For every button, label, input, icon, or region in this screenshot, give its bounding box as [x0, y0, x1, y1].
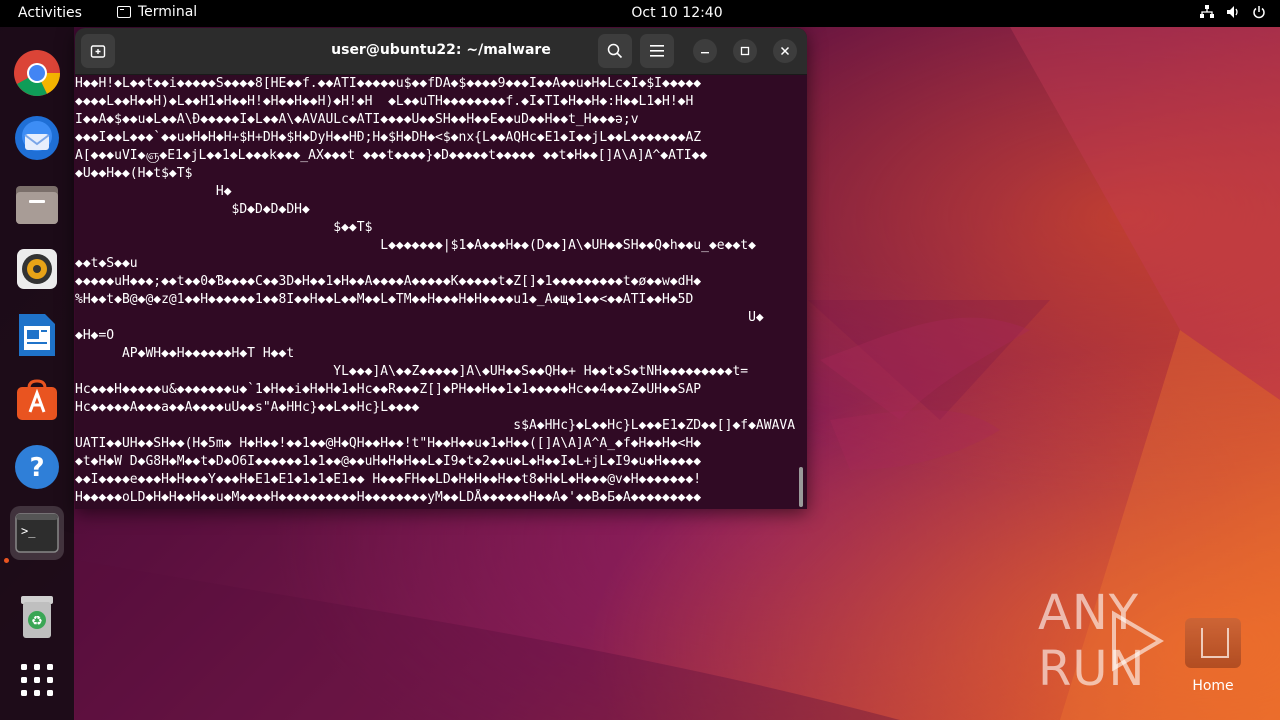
play-logo-icon: [1112, 610, 1164, 672]
menu-button[interactable]: [640, 34, 674, 68]
search-icon: [607, 43, 623, 59]
chrome-icon: [14, 50, 61, 96]
terminal-line: $D◆D◆D◆DH◆: [75, 202, 310, 217]
svg-text:>_: >_: [21, 524, 36, 538]
dock-item-app-center[interactable]: [10, 373, 64, 427]
dock-item-terminal[interactable]: >_: [10, 506, 64, 560]
thunderbird-icon: [15, 116, 59, 160]
dock-item-rhythmbox[interactable]: [10, 242, 64, 296]
maximize-button[interactable]: [733, 39, 757, 63]
terminal-line: $◆◆T$: [75, 220, 373, 235]
terminal-line: UATI◆◆UH◆◆SH◆◆(H◆5m◆ H◆H◆◆!◆◆1◆◆@H◆QH◆◆H…: [75, 436, 702, 451]
terminal-line: YL◆◆◆]A\◆◆Z◆◆◆◆◆]A\◆UH◆◆S◆◆QH◆+ H◆◆t◆S◆t…: [75, 364, 749, 379]
help-icon: ?: [15, 445, 59, 489]
terminal-line: AP◆WH◆◆H◆◆◆◆◆◆H◆T H◆◆t: [75, 346, 295, 361]
terminal-line: ◆◆t◆S◆◆u: [75, 256, 138, 271]
network-icon: [1200, 5, 1214, 19]
terminal-line: A[◆◆◆uVI◆ஞ◆E1◆jL◆◆1◆L◆◆◆k◆◆◆_AX◆◆◆t ◆◆◆t…: [75, 148, 708, 163]
terminal-line: U◆: [75, 310, 764, 325]
trash-icon: ♻: [21, 596, 53, 638]
libreoffice-writer-icon: [19, 314, 55, 356]
window-titlebar[interactable]: user@ubuntu22: ~/malware: [75, 28, 807, 75]
terminal-line: Hc◆◆◆◆◆A◆◆◆a◆◆A◆◆◆◆uU◆◆s"A◆HHc}◆◆L◆◆Hc}L…: [75, 400, 420, 415]
terminal-line: Hc◆◆◆H◆◆◆◆◆u&◆◆◆◆◆◆◆u◆`1◆H◆◆i◆H◆H◆1◆Hc◆◆…: [75, 382, 702, 397]
dock-item-files[interactable]: [10, 177, 64, 231]
svg-text:?: ?: [29, 453, 44, 483]
dock-item-writer[interactable]: [10, 308, 64, 362]
dock-item-chrome[interactable]: [10, 46, 64, 100]
anyrun-watermark: ANY RUN: [1038, 585, 1280, 697]
close-button[interactable]: [773, 39, 797, 63]
terminal-window[interactable]: user@ubuntu22: ~/malware H◆◆H!◆L◆◆t◆◆i◆◆…: [75, 28, 807, 509]
system-tray[interactable]: [1200, 5, 1266, 19]
dock-item-help[interactable]: ?: [10, 440, 64, 494]
terminal-line: ◆t◆H◆W D◆G8H◆M◆◆t◆D◆O6I◆◆◆◆◆◆1◆1◆◆@◆◆uH◆…: [75, 454, 702, 469]
files-icon: [16, 186, 58, 224]
svg-text:♻: ♻: [31, 614, 43, 629]
hamburger-menu-icon: [650, 45, 664, 57]
maximize-icon: [740, 46, 750, 56]
terminal-line: H◆: [75, 184, 232, 199]
running-indicator: [4, 558, 9, 563]
terminal-line: ◆◆I◆◆◆◆e◆◆◆H◆H◆◆◆Y◆◆◆H◆E1◆E1◆1◆1◆E1◆◆ H◆…: [75, 472, 702, 487]
terminal-scrollbar[interactable]: [799, 467, 803, 507]
terminal-line: H◆◆H!◆L◆◆t◆◆i◆◆◆◆◆S◆◆◆◆8[HE◆◆f.◆◆ATI◆◆◆◆…: [75, 76, 702, 91]
terminal-icon: >_: [15, 513, 59, 553]
terminal-line: ◆H◆=O: [75, 328, 115, 343]
terminal-line: I◆◆A◆$◆◆u◆L◆◆A\Ð◆◆◆◆◆I◆L◆◆A\◆AVAULc◆ATI◆…: [75, 112, 639, 127]
minimize-icon: [701, 52, 709, 54]
app-center-icon: [17, 379, 57, 420]
power-icon: [1252, 5, 1266, 19]
dock-item-show-apps[interactable]: [10, 653, 64, 707]
dock-item-trash[interactable]: ♻: [10, 590, 64, 644]
terminal-line: ◆◆◆◆L◆◆H◆◆H)◆L◆◆H1◆H◆◆H!◆H◆◆H◆◆H)◆H!◆H ◆…: [75, 94, 694, 109]
volume-icon: [1226, 5, 1240, 19]
close-icon: [780, 46, 790, 56]
terminal-line: H◆◆◆◆◆oLD◆H◆H◆◆H◆◆u◆M◆◆◆◆H◆◆◆◆◆◆◆◆◆◆H◆◆◆…: [75, 490, 702, 505]
terminal-line: ◆◆◆◆◆uH◆◆◆;◆◆t◆◆0◆Ɓ◆◆◆◆C◆◆3D◆H◆◆1◆H◆◆A◆◆…: [75, 274, 702, 289]
rhythmbox-icon: [17, 249, 57, 289]
terminal-line: L◆◆◆◆◆◆◆|$1◆A◆◆◆H◆◆(D◆◆]A\◆UH◆◆SH◆◆Q◆h◆◆…: [75, 238, 756, 253]
dock-item-thunderbird[interactable]: [10, 111, 64, 165]
terminal-output[interactable]: H◆◆H!◆L◆◆t◆◆i◆◆◆◆◆S◆◆◆◆8[HE◆◆f.◆◆ATI◆◆◆◆…: [75, 75, 807, 509]
clock[interactable]: Oct 10 12:40: [0, 5, 1280, 21]
terminal-line: ◆U◆◆H◆◆(H◆t$◆T$: [75, 166, 193, 181]
terminal-line: ◆◆◆I◆◆L◆◆◆`◆◆u◆H◆H◆H+$H+DH◆$H◆DyH◆◆HÐ;H◆…: [75, 130, 702, 145]
show-apps-icon: [21, 664, 53, 696]
terminal-line: %H◆◆t◆B@◆@◆z@1◆◆H◆◆◆◆◆◆1◆◆8I◆◆H◆◆L◆◆M◆◆L…: [75, 292, 694, 307]
dock: ? >_ ♻: [0, 27, 74, 720]
search-button[interactable]: [598, 34, 632, 68]
top-bar: Activities Terminal Oct 10 12:40: [0, 0, 1280, 27]
minimize-button[interactable]: [693, 39, 717, 63]
terminal-line: s$A◆HHc}◆L◆◆Hc}L◆◆◆E1◆ZD◆◆[]◆f◆AWAVA: [75, 418, 796, 433]
